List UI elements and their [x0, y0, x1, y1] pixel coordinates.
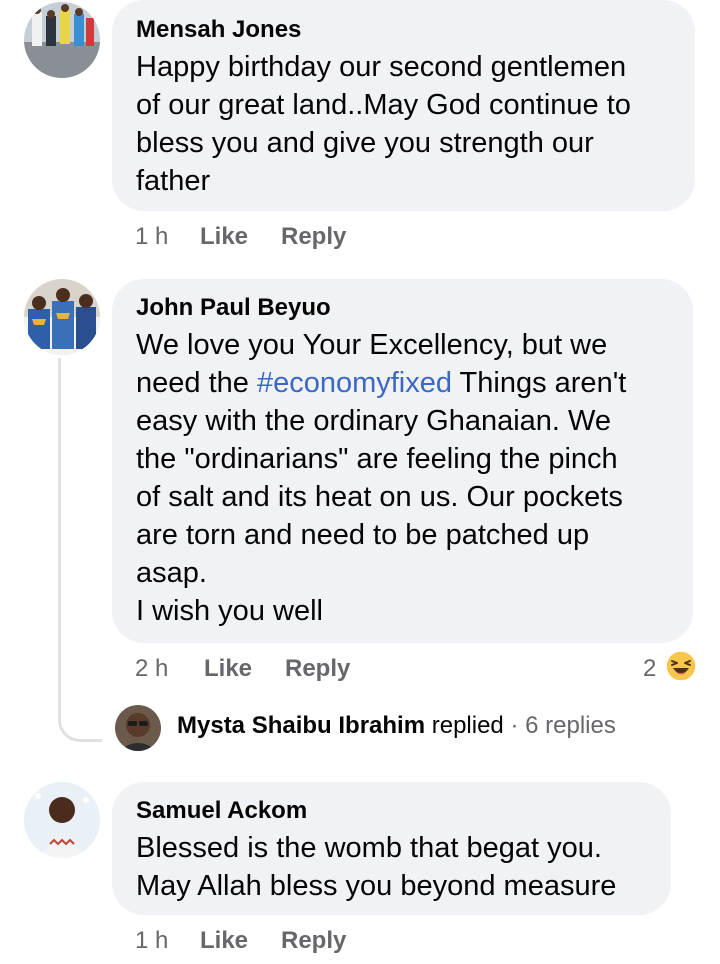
comment-line: May Allah bless you beyond measure [136, 870, 617, 902]
reaction-count[interactable]: 2 [643, 655, 656, 683]
reply-button[interactable]: Reply [281, 223, 346, 251]
comment-line: easy with the ordinary Ghanaian. We [136, 405, 612, 437]
separator-dot: · [510, 712, 519, 739]
comment-text: We love you Your Excellency, but we need… [136, 326, 626, 630]
avatar[interactable] [24, 782, 100, 858]
comment-line: need the #economyfixed Things aren't [136, 364, 626, 402]
comment-line: asap. [136, 557, 207, 589]
comment-text-fragment: Things aren't [452, 367, 627, 399]
comment-line: Happy birthday our second gentlemen [136, 51, 627, 83]
reply-button[interactable]: Reply [281, 927, 346, 955]
like-button[interactable]: Like [200, 223, 248, 251]
comment-author[interactable]: Mensah Jones [136, 16, 301, 44]
comment-timestamp[interactable]: 1 h [135, 927, 168, 955]
haha-emoji-icon[interactable] [665, 650, 697, 682]
comment-timestamp[interactable]: 1 h [135, 223, 168, 251]
replies-count[interactable]: 6 replies [525, 712, 616, 739]
comment-line: father [136, 165, 211, 197]
comment-line: bless you and give you strength our [136, 127, 594, 159]
like-button[interactable]: Like [200, 927, 248, 955]
replier-name[interactable]: Mysta Shaibu Ibrahim [177, 712, 425, 739]
avatar[interactable] [24, 279, 100, 355]
view-replies-link[interactable]: Mysta Shaibu Ibrahim replied · 6 replies [177, 712, 616, 740]
replied-verb: replied [431, 712, 504, 739]
comment-line: of our great land..May God continue to [136, 89, 631, 121]
comment-line: I wish you well [136, 595, 323, 627]
avatar[interactable] [115, 705, 161, 751]
comment-author[interactable]: John Paul Beyuo [136, 294, 331, 322]
like-button[interactable]: Like [204, 655, 252, 683]
thread-connector-line [58, 358, 102, 742]
comment-bubble: Mensah Jones Happy birthday our second g… [112, 0, 695, 211]
comment-text-fragment: need the [136, 367, 257, 399]
avatar[interactable] [24, 2, 100, 78]
comment-author[interactable]: Samuel Ackom [136, 797, 307, 825]
comment-line: Blessed is the womb that begat you. [136, 832, 602, 864]
hashtag-link[interactable]: #economyfixed [257, 367, 452, 399]
comment-text: Blessed is the womb that begat you. May … [136, 829, 616, 905]
comment-text: Happy birthday our second gentlemen of o… [136, 48, 631, 200]
comment-timestamp[interactable]: 2 h [135, 655, 168, 683]
reply-button[interactable]: Reply [285, 655, 350, 683]
comment-bubble: Samuel Ackom Blessed is the womb that be… [112, 782, 671, 915]
comment-line: of salt and its heat on us. Our pockets [136, 481, 623, 513]
comment-bubble: John Paul Beyuo We love you Your Excelle… [112, 279, 693, 643]
comment-line: are torn and need to be patched up [136, 519, 590, 551]
comment-line: We love you Your Excellency, but we [136, 329, 608, 361]
comment-line: the "ordinarians" are feeling the pinch [136, 443, 618, 475]
